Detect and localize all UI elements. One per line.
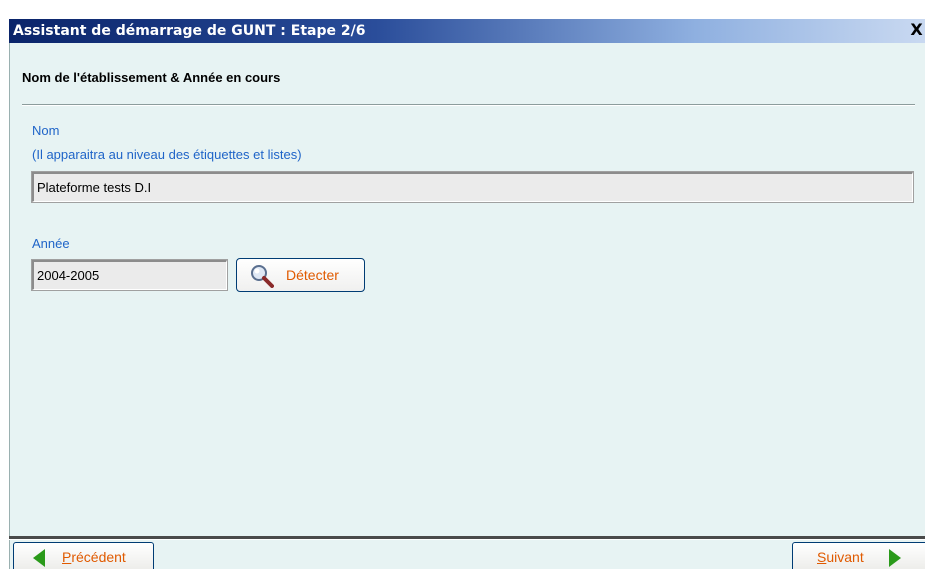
page-title: Nom de l'établissement & Année en cours <box>22 70 281 85</box>
detect-button-label: Détecter <box>286 267 339 283</box>
window-title: Assistant de démarrage de GUNT : Etape 2… <box>13 23 366 39</box>
close-icon: X <box>910 20 923 39</box>
name-hint: (Il apparaitra au niveau des étiquettes … <box>32 147 302 162</box>
wizard-body <box>9 43 925 569</box>
next-button-label: Suivant <box>817 549 864 565</box>
year-input[interactable]: 2004-2005 <box>31 259 228 291</box>
wizard-window: Assistant de démarrage de GUNT : Etape 2… <box>0 0 925 569</box>
arrow-left-icon <box>33 549 45 567</box>
arrow-right-icon <box>889 549 901 567</box>
detect-button[interactable]: Détecter <box>236 258 365 292</box>
heading-divider <box>22 104 915 106</box>
previous-button-label: Précédent <box>62 549 126 565</box>
close-button[interactable]: X <box>908 20 925 41</box>
title-bar[interactable]: Assistant de démarrage de GUNT : Etape 2… <box>9 19 925 43</box>
footer-divider <box>9 536 925 540</box>
previous-button[interactable]: Précédent <box>13 542 154 569</box>
name-label: Nom <box>32 123 60 138</box>
name-input[interactable]: Plateforme tests D.I <box>31 171 914 203</box>
next-button[interactable]: Suivant <box>792 542 925 569</box>
magnifier-icon <box>251 265 274 288</box>
year-label: Année <box>32 236 70 251</box>
